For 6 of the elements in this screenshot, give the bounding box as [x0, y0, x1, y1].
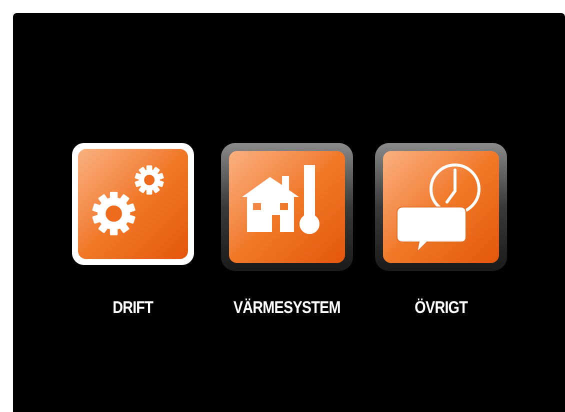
menu-tile[interactable] [375, 143, 507, 271]
menu-label: VÄRMESYSTEM [234, 297, 340, 319]
menu-label: ÖVRIGT [414, 297, 468, 319]
menu-label: DRIFT [112, 297, 154, 319]
menu-tile[interactable] [221, 143, 353, 271]
menu-tile[interactable] [72, 143, 194, 265]
